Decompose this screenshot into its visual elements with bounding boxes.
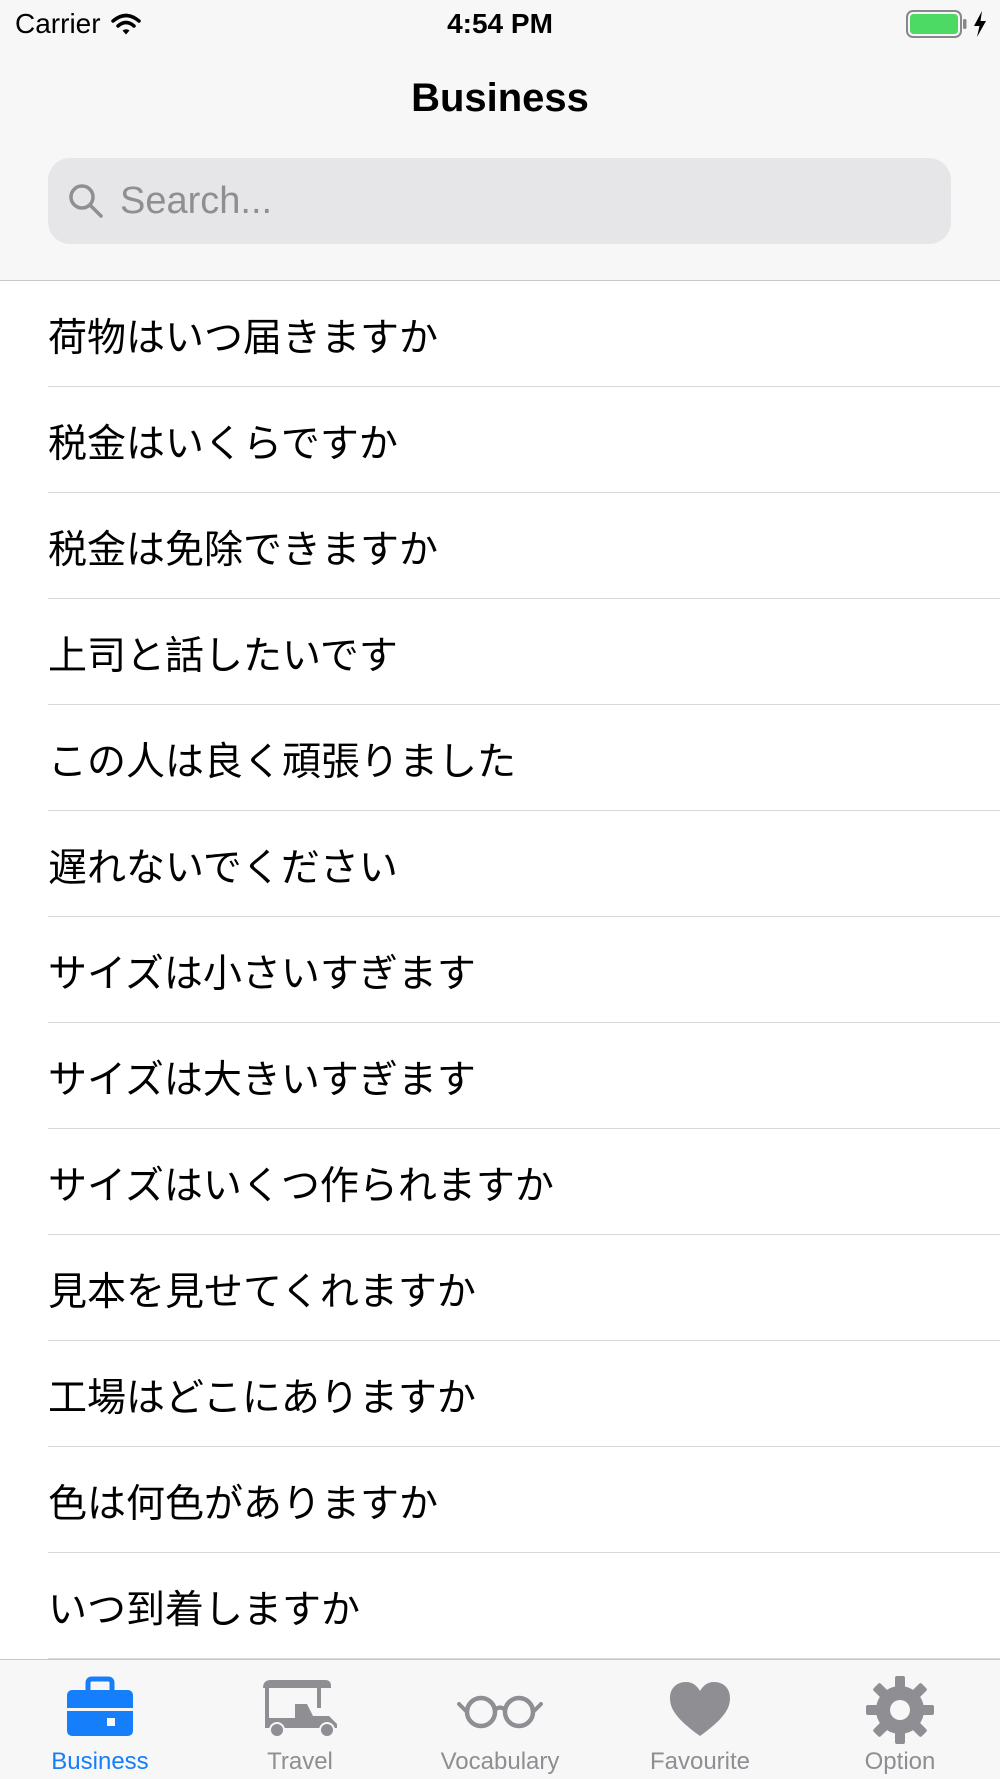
tab-bar: Business Travel Vocabulary Favourite Opt… bbox=[0, 1659, 1000, 1779]
list-item[interactable]: 遅れないでください bbox=[48, 811, 1000, 917]
search-bar[interactable] bbox=[48, 158, 951, 244]
list-item[interactable]: 上司と話したいです bbox=[48, 599, 1000, 705]
page-title: Business bbox=[411, 76, 589, 120]
list-item[interactable]: 見本を見せてくれますか bbox=[48, 1235, 1000, 1341]
list-item[interactable]: サイズは小さいすぎます bbox=[48, 917, 1000, 1023]
heart-icon bbox=[670, 1682, 730, 1736]
list-item[interactable]: 税金はいくらですか bbox=[48, 387, 1000, 493]
list-item[interactable]: 税金は免除できますか bbox=[48, 493, 1000, 599]
search-icon bbox=[69, 184, 103, 218]
glasses-icon bbox=[457, 1695, 543, 1729]
phrase-list[interactable]: 荷物はいつ届きますか 税金はいくらですか 税金は免除できますか 上司と話したいで… bbox=[0, 281, 1000, 1659]
briefcase-icon bbox=[67, 1676, 133, 1736]
tab-option[interactable]: Option bbox=[800, 1660, 1000, 1779]
charging-bolt-icon bbox=[974, 11, 986, 37]
tab-label: Business bbox=[51, 1748, 149, 1775]
clock: 4:54 PM bbox=[447, 8, 553, 39]
header: Carrier 4:54 PM Business bbox=[0, 0, 1000, 281]
tab-label: Favourite bbox=[649, 1748, 751, 1775]
tab-business[interactable]: Business bbox=[0, 1660, 200, 1779]
battery-icon bbox=[906, 10, 967, 38]
search-input[interactable] bbox=[118, 178, 922, 224]
list-item[interactable]: この人は良く頑張りました bbox=[48, 705, 1000, 811]
tab-travel[interactable]: Travel bbox=[200, 1660, 400, 1779]
list-item[interactable]: サイズはいくつ作られますか bbox=[48, 1129, 1000, 1235]
tab-label: Vocabulary bbox=[440, 1748, 560, 1775]
tab-vocabulary[interactable]: Vocabulary bbox=[400, 1660, 600, 1779]
gear-icon bbox=[866, 1676, 934, 1744]
list-item[interactable]: 荷物はいつ届きますか bbox=[48, 281, 1000, 387]
list-item[interactable]: サイズは大きいすぎます bbox=[48, 1023, 1000, 1129]
list-item[interactable]: いつ到着しますか bbox=[48, 1553, 1000, 1659]
list-item[interactable]: 色は何色がありますか bbox=[48, 1447, 1000, 1553]
list-item[interactable]: 工場はどこにありますか bbox=[48, 1341, 1000, 1447]
status-bar: Carrier 4:54 PM bbox=[0, 0, 1000, 50]
battery-indicator bbox=[906, 10, 988, 38]
tuk-tuk-icon bbox=[263, 1680, 337, 1738]
tab-favourite[interactable]: Favourite bbox=[600, 1660, 800, 1779]
tab-label: Option bbox=[864, 1748, 936, 1775]
tab-label: Travel bbox=[267, 1748, 333, 1775]
